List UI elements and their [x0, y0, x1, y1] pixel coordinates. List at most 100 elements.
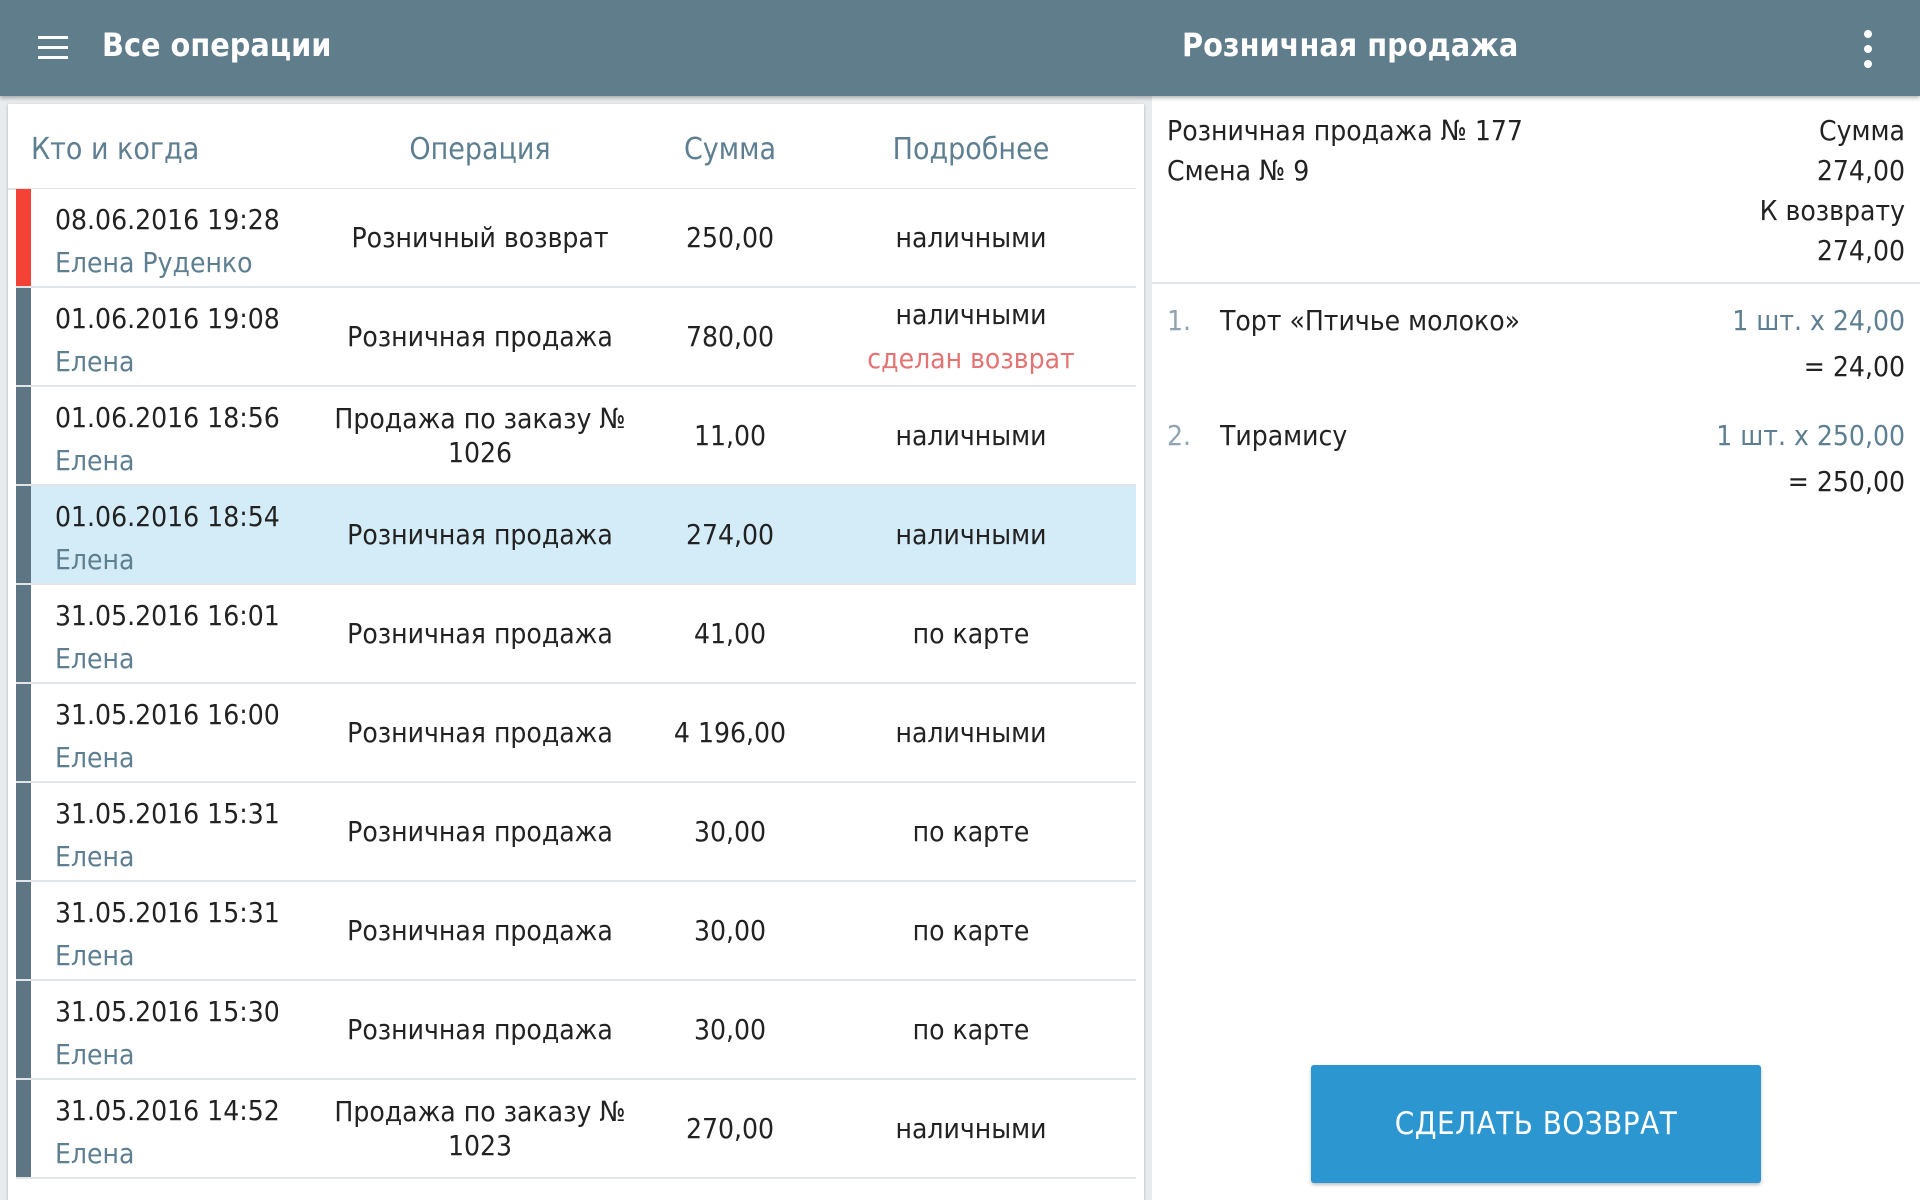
row-user: Елена: [55, 543, 135, 576]
row-user: Елена: [55, 444, 135, 477]
row-payment-method: наличными: [895, 220, 1047, 254]
table-row[interactable]: 31.05.2016 15:31 Елена Розничная продажа 30…: [16, 783, 1136, 882]
detail-header: Розничная продажа № 177 Смена № 9 Сумма …: [1152, 96, 1920, 284]
row-user: Елена: [55, 642, 135, 675]
detail-title: Розничная продажа: [1182, 26, 1519, 64]
row-refund-note: сделан возврат: [867, 341, 1075, 375]
table-row[interactable]: 08.06.2016 19:28 Елена Руденко Розничный в…: [16, 189, 1136, 288]
table-header: Кто и когда Операция Сумма Подробнее: [8, 104, 1136, 190]
row-details: по карте: [808, 585, 1134, 682]
row-status-stripe: [16, 189, 31, 286]
row-details: наличными: [808, 684, 1134, 781]
row-status-stripe: [16, 1080, 31, 1177]
column-header-who-when: Кто и когда: [31, 132, 200, 167]
row-user: Елена: [55, 345, 135, 378]
operations-list-panel: Кто и когда Операция Сумма Подробнее 08.…: [8, 104, 1144, 1200]
list-item: 1. Торт «Птичье молоко» 1 шт. х 24,00 = 24,…: [1152, 304, 1920, 419]
row-status-stripe: [16, 387, 31, 484]
row-date: 01.06.2016 18:54: [55, 500, 280, 533]
row-details: по карте: [808, 882, 1134, 979]
row-payment-method: по карте: [912, 913, 1030, 947]
item-total: = 250,00: [1787, 465, 1905, 498]
row-sum: 274,00: [685, 518, 775, 551]
row-sum: 270,00: [685, 1112, 775, 1145]
column-header-sum: Сумма: [683, 132, 777, 167]
shift-number: Смена № 9: [1167, 154, 1310, 187]
row-operation: Розничный возврат: [351, 220, 609, 254]
return-label: К возврату: [1759, 194, 1905, 227]
row-sum: 41,00: [693, 617, 767, 650]
app-bar: Все операции Розничная продажа: [0, 0, 1920, 96]
table-row[interactable]: 01.06.2016 18:54 Елена Розничная продажа 27…: [16, 486, 1136, 585]
row-details: по карте: [808, 783, 1134, 880]
row-user: Елена Руденко: [55, 246, 253, 279]
table-row[interactable]: 31.05.2016 15:30 Елена Розничная продажа 30…: [16, 981, 1136, 1080]
row-operation: Розничная продажа: [347, 1012, 613, 1046]
item-number: 2.: [1167, 419, 1192, 452]
page-title: Все операции: [102, 26, 332, 64]
row-operation: Розничная продажа: [347, 814, 613, 848]
table-row[interactable]: 31.05.2016 16:01 Елена Розничная продажа 41…: [16, 585, 1136, 684]
row-operation: Продажа по заказу № 1026: [334, 401, 626, 469]
row-payment-method: по карте: [912, 1012, 1030, 1046]
row-status-stripe: [16, 783, 31, 880]
row-payment-method: наличными: [895, 297, 1047, 331]
more-vertical-icon[interactable]: [1858, 28, 1878, 70]
row-operation: Розничная продажа: [347, 616, 613, 650]
item-quantity-price: 1 шт. х 250,00: [1716, 419, 1905, 452]
table-row[interactable]: 31.05.2016 14:52 Елена Продажа по заказу №…: [16, 1080, 1136, 1179]
column-header-operation: Операция: [409, 132, 551, 167]
row-sum: 250,00: [685, 221, 775, 254]
row-date: 31.05.2016 15:31: [55, 896, 280, 929]
row-details: наличными: [808, 1080, 1134, 1177]
row-sum: 780,00: [685, 320, 775, 353]
row-sum: 30,00: [693, 815, 767, 848]
row-sum: 30,00: [693, 1013, 767, 1046]
row-operation: Продажа по заказу № 1023: [334, 1094, 626, 1162]
sum-label: Сумма: [1819, 114, 1905, 147]
row-status-stripe: [16, 882, 31, 979]
row-status-stripe: [16, 288, 31, 385]
table-row[interactable]: 31.05.2016 15:31 Елена Розничная продажа 30…: [16, 882, 1136, 981]
row-operation: Розничная продажа: [347, 517, 613, 551]
row-user: Елена: [55, 939, 135, 972]
row-date: 31.05.2016 15:30: [55, 995, 280, 1028]
detail-panel: Розничная продажа № 177 Смена № 9 Сумма …: [1152, 96, 1920, 1200]
row-user: Елена: [55, 741, 135, 774]
table-row[interactable]: 01.06.2016 18:56 Елена Продажа по заказу №…: [16, 387, 1136, 486]
row-payment-method: наличными: [895, 1111, 1047, 1145]
row-payment-method: по карте: [912, 616, 1030, 650]
row-sum: 30,00: [693, 914, 767, 947]
row-user: Елена: [55, 1038, 135, 1071]
row-operation: Розничная продажа: [347, 319, 613, 353]
row-sum: 4 196,00: [673, 716, 787, 749]
operations-list: 08.06.2016 19:28 Елена Руденко Розничный в…: [16, 189, 1136, 1179]
row-payment-method: наличными: [895, 715, 1047, 749]
item-name: Торт «Птичье молоко»: [1220, 304, 1521, 337]
row-details: наличными: [808, 486, 1134, 583]
row-payment-method: наличными: [895, 418, 1047, 452]
sale-number: Розничная продажа № 177: [1167, 114, 1523, 147]
item-total: = 24,00: [1803, 350, 1905, 383]
row-sum: 11,00: [693, 419, 767, 452]
row-details: наличными: [808, 189, 1134, 286]
row-date: 31.05.2016 16:00: [55, 698, 280, 731]
row-status-stripe: [16, 684, 31, 781]
table-row[interactable]: 31.05.2016 16:00 Елена Розничная продажа 4 …: [16, 684, 1136, 783]
make-return-button[interactable]: СДЕЛАТЬ ВОЗВРАТ: [1311, 1065, 1761, 1183]
row-payment-method: по карте: [912, 814, 1030, 848]
table-row[interactable]: 01.06.2016 19:08 Елена Розничная продажа 78…: [16, 288, 1136, 387]
row-user: Елена: [55, 840, 135, 873]
column-header-details: Подробнее: [892, 132, 1050, 167]
item-quantity-price: 1 шт. х 24,00: [1732, 304, 1905, 337]
list-item: 2. Тирамису 1 шт. х 250,00 = 250,00: [1152, 419, 1920, 534]
row-date: 01.06.2016 18:56: [55, 401, 280, 434]
item-name: Тирамису: [1220, 419, 1348, 452]
row-date: 31.05.2016 15:31: [55, 797, 280, 830]
row-date: 01.06.2016 19:08: [55, 302, 280, 335]
row-date: 31.05.2016 16:01: [55, 599, 280, 632]
row-payment-method: наличными: [895, 517, 1047, 551]
hamburger-menu-icon[interactable]: [38, 36, 68, 60]
return-value: 274,00: [1816, 234, 1905, 267]
row-details: наличными сделан возврат: [808, 288, 1134, 385]
